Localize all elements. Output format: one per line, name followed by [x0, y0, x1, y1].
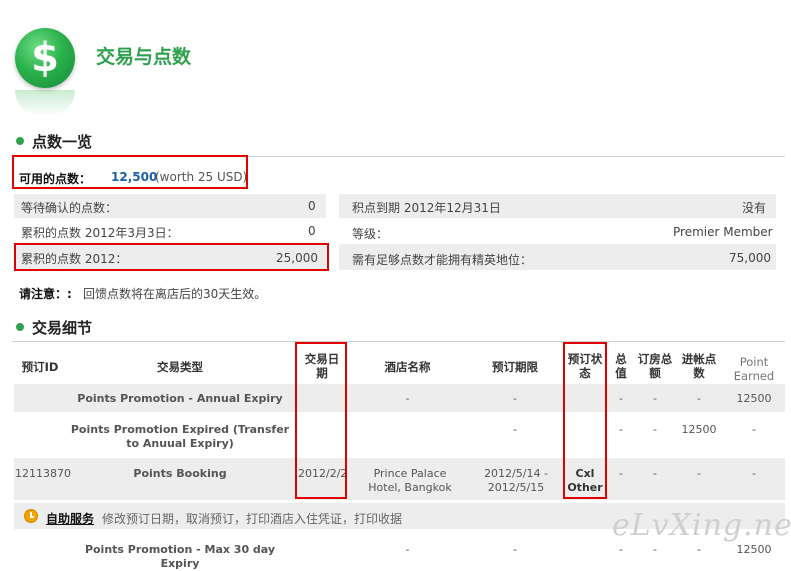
row-period: - — [513, 543, 517, 556]
row-hotel: Prince Palace Hotel, Bangkok — [368, 467, 452, 494]
accumulated-year-value: 25,000 — [276, 251, 318, 265]
row-booking-total: - — [653, 467, 657, 480]
row-booking-id: 12113870 — [15, 467, 71, 480]
self-service-description: 修改预订日期，取消预订，打印酒店入住凭证，打印收据 — [102, 512, 403, 526]
member-level-value: Premier Member — [673, 225, 773, 239]
section-title-transactions: 交易细节 — [32, 319, 93, 337]
available-points-label: 可用的点数： — [19, 172, 92, 186]
date-column-highlight — [295, 342, 347, 499]
row-total: - — [619, 467, 623, 480]
row-points-earned: - — [752, 423, 756, 436]
row-total: - — [619, 543, 623, 556]
row-type: Points Promotion Expired (Transfer to An… — [70, 423, 290, 450]
row-total: - — [619, 423, 623, 436]
col-total: 总值 — [615, 352, 627, 380]
row-points-in: - — [697, 392, 701, 405]
row-period: - — [513, 423, 517, 436]
logo-reflection — [15, 90, 75, 116]
row-type: Points Promotion - Annual Expiry — [77, 392, 283, 405]
member-level-label: 等级： — [352, 227, 389, 241]
accumulated-date-label: 累积的点数 2012年3月3日： — [21, 226, 179, 240]
col-points-in: 进帐点数 — [681, 352, 717, 380]
bullet-icon — [16, 137, 24, 145]
pending-points-value: 0 — [308, 199, 316, 213]
section-title-points: 点数一览 — [32, 133, 93, 151]
row-total: - — [619, 392, 623, 405]
points-expiry-label: 积点到期 2012年12月31日 — [352, 201, 501, 215]
col-booking-period: 预订期限 — [492, 360, 538, 374]
dollar-logo-icon: $ — [15, 28, 75, 88]
row-points-in: - — [697, 467, 701, 480]
clock-icon — [24, 509, 38, 523]
status-column-highlight — [563, 342, 607, 499]
row-period: 2012/5/14 - 2012/5/15 — [484, 467, 548, 494]
row-points-earned: - — [752, 467, 756, 480]
col-booking-id: 预订ID — [21, 360, 59, 374]
divider — [12, 341, 785, 342]
row-booking-total: - — [653, 543, 657, 556]
row-booking-total: - — [653, 392, 657, 405]
row-type: Points Booking — [133, 467, 227, 480]
col-hotel-name: 酒店名称 — [384, 360, 431, 374]
pending-points-label: 等待确认的点数： — [21, 201, 118, 215]
accumulated-date-value: 0 — [308, 224, 316, 238]
points-expiry-value: 没有 — [742, 201, 767, 215]
elite-required-value: 75,000 — [729, 251, 771, 265]
self-service-link[interactable]: 自助服务 — [46, 510, 94, 527]
row-points-earned: 12500 — [736, 392, 772, 405]
note-text: 回馈点数将在离店后的30天生效。 — [83, 287, 267, 301]
note-label: 请注意：: — [19, 287, 72, 301]
watermark: eLvXing.net — [612, 508, 791, 543]
col-transaction-type: 交易类型 — [157, 360, 203, 374]
row-booking-total: - — [653, 423, 657, 436]
accumulated-year-label: 累积的点数 2012： — [21, 252, 128, 266]
available-points-value: 12,500 — [111, 170, 158, 184]
row-points-in: - — [697, 543, 701, 556]
page-title: 交易与点数 — [96, 46, 192, 68]
col-points-earned: Point Earned — [733, 355, 775, 383]
available-points-worth: (worth 25 USD) — [155, 170, 248, 184]
row-hotel: - — [405, 543, 410, 556]
elite-required-label: 需有足够点数才能拥有精英地位： — [352, 253, 533, 267]
row-type: Points Promotion - Max 30 day Expiry — [84, 543, 276, 570]
bullet-icon — [16, 323, 24, 331]
row-points-in: 12500 — [681, 423, 717, 436]
col-booking-total: 订房总额 — [637, 352, 673, 380]
row-points-earned: 12500 — [736, 543, 772, 556]
row-period: - — [513, 392, 517, 405]
row-hotel: - — [405, 392, 410, 405]
